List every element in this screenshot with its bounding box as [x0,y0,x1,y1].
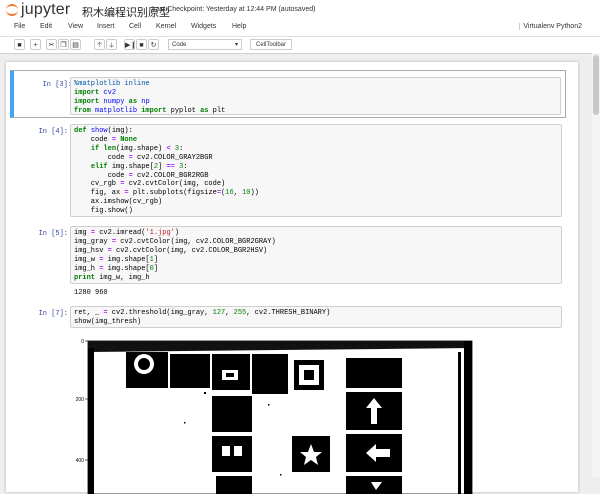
menu-cell[interactable]: Cell [129,23,141,30]
arrow-down-icon[interactable]: 🡣 [106,39,117,50]
cell-type-select[interactable]: Code ▾ [168,39,242,50]
cell-input[interactable]: def show(img): code = None if len(img.sh… [70,124,562,217]
menubar: File Edit View Insert Cell Kernel Widget… [0,20,600,37]
menu-insert[interactable]: Insert [97,23,115,30]
y-tick-label: 400 [76,458,85,464]
header: jupyter 积木编程识别原型 Last Checkpoint: Yester… [0,0,600,20]
cell-prompt: In [5]: [38,230,68,238]
kernel-indicator: Virtualenv Python2 [519,23,582,30]
save-icon[interactable]: ■ [14,39,25,50]
cell-input[interactable]: %matplotlib inline import cv2 import num… [70,77,561,115]
checkpoint-status: Last Checkpoint: Yesterday at 12:44 PM (… [152,6,316,13]
y-tick-label: 200 [76,397,85,403]
cell-input[interactable]: ret, _ = cv2.threshold(img_gray, 127, 25… [70,306,562,328]
menu-edit[interactable]: Edit [40,23,52,30]
arrow-up-icon[interactable]: 🡡 [94,39,105,50]
logo-text: jupyter [21,1,71,18]
threshold-image [87,340,473,494]
paste-icon[interactable]: ▤ [70,39,81,50]
scrollbar[interactable] [592,53,600,477]
cell-output: 1280 960 [74,289,108,297]
code-cell[interactable]: In [5]: img = cv2.imread('1.jpg') img_gr… [10,226,566,302]
code-cell[interactable]: In [3]: %matplotlib inline import cv2 im… [10,70,566,118]
plus-icon[interactable]: + [30,39,41,50]
cell-prompt: In [7]: [38,310,68,318]
output-plot: 0 200 400 [76,339,473,494]
chevron-down-icon: ▾ [234,42,238,48]
menu-help[interactable]: Help [232,23,246,30]
cell-prompt: In [4]: [38,128,68,136]
jupyter-logo-icon [6,4,18,16]
cell-prompt: In [3]: [42,81,72,89]
cut-icon[interactable]: ✂ [46,39,57,50]
notebook-container: In [3]: %matplotlib inline import cv2 im… [6,62,578,494]
celltoolbar-button[interactable]: CellToolbar [250,39,292,50]
run-icon[interactable]: ▶❙ [124,39,136,50]
scrollbar-thumb[interactable] [593,55,599,115]
cell-input[interactable]: img = cv2.imread('1.jpg') img_gray = cv2… [70,226,562,284]
y-tick-label: 0 [81,339,84,345]
code-cell[interactable]: In [7]: ret, _ = cv2.threshold(img_gray,… [10,306,566,330]
menu-file[interactable]: File [14,23,25,30]
toolbar: ■ + ✂ ❐ ▤ 🡡 🡣 ▶❙ ■ ↻ Code ▾ CellToolbar [0,37,600,54]
stop-icon[interactable]: ■ [136,39,147,50]
restart-icon[interactable]: ↻ [148,39,159,50]
menu-view[interactable]: View [68,23,83,30]
menu-widgets[interactable]: Widgets [191,23,216,30]
code-cell[interactable]: In [4]: def show(img): code = None if le… [10,124,566,219]
menu-kernel[interactable]: Kernel [156,23,176,30]
copy-icon[interactable]: ❐ [58,39,69,50]
jupyter-logo[interactable]: jupyter [6,1,71,18]
cell-type-value: Code [172,42,187,48]
